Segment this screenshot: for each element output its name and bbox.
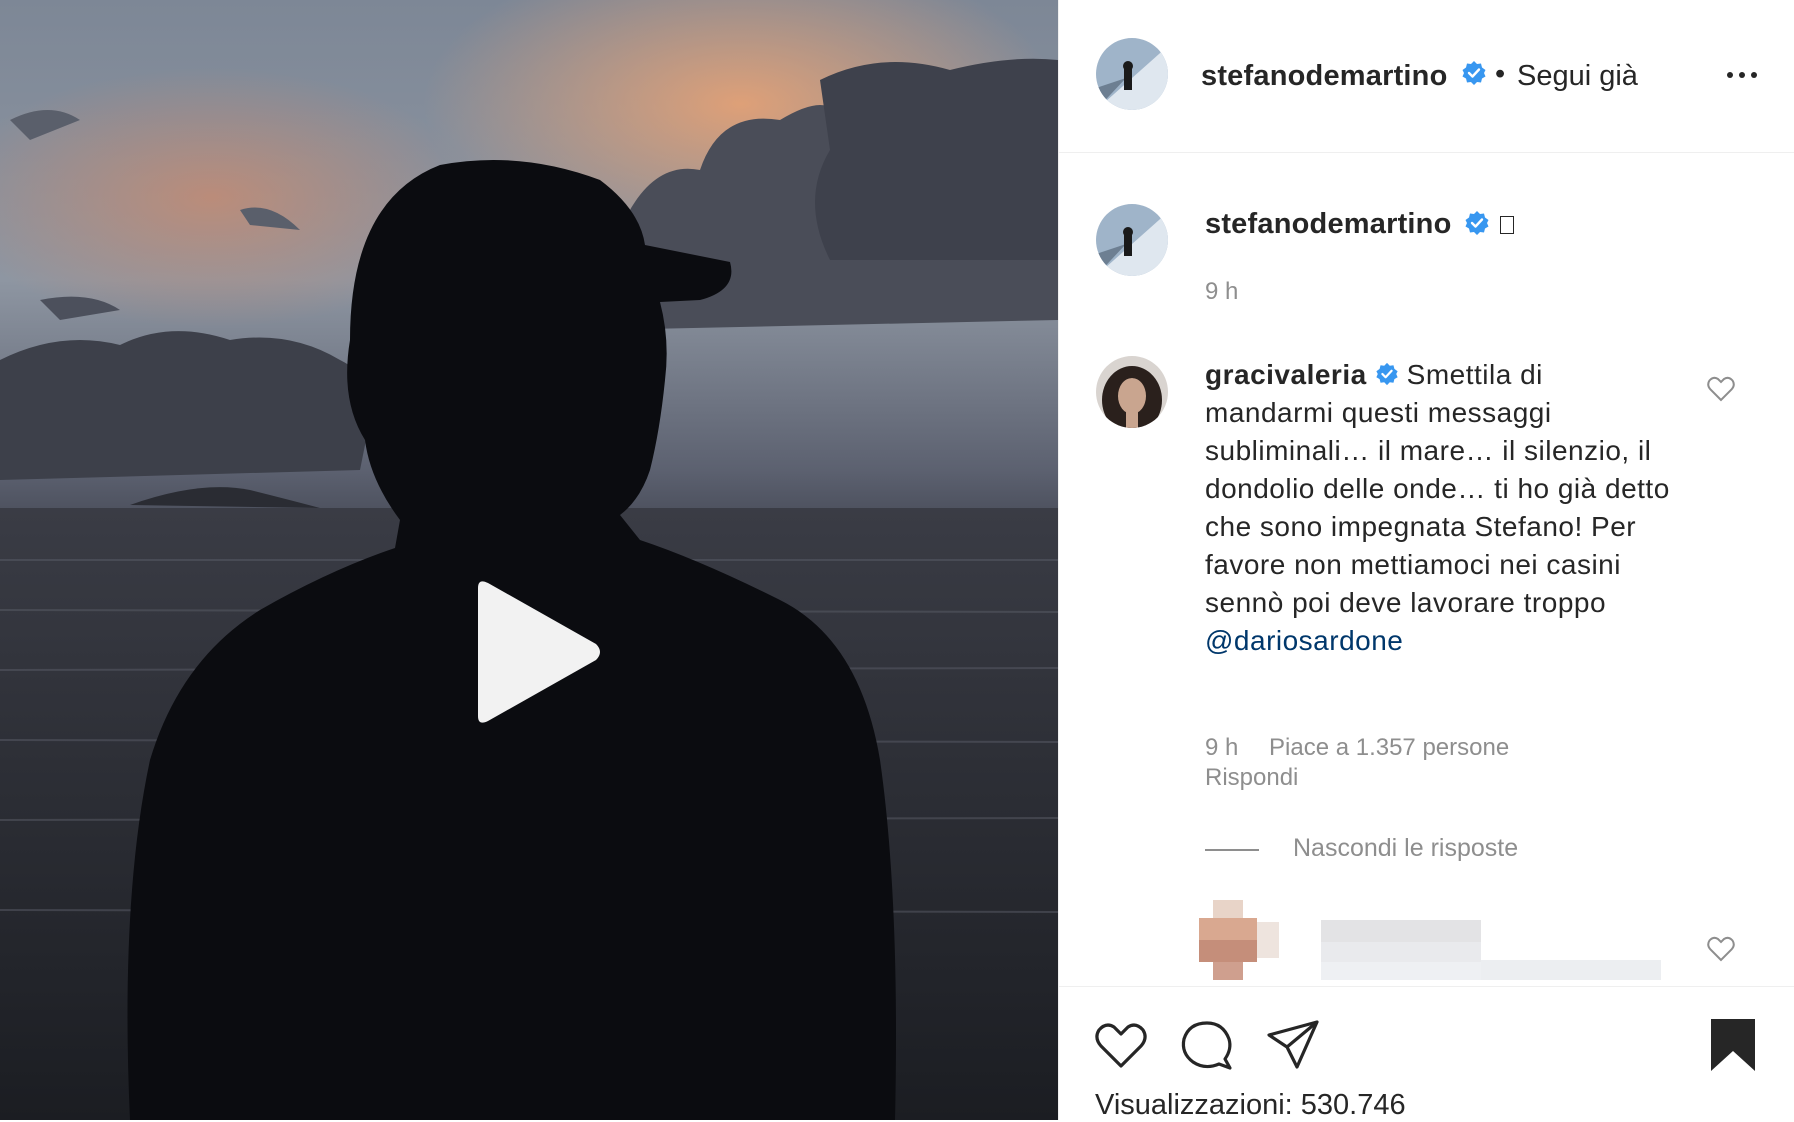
reply-button[interactable]: Rispondi (1205, 764, 1298, 792)
caption-username[interactable]: stefanodemartino (1205, 208, 1452, 241)
action-bar: Visualizzazioni: 530.746 (1059, 986, 1794, 1121)
commenter-avatar[interactable] (1096, 356, 1168, 428)
hide-replies-line (1205, 849, 1259, 851)
more-options-icon[interactable] (1717, 52, 1767, 96)
post-sidebar: stefanodemartino • Segui già stefanodema… (1058, 0, 1794, 1121)
blurred-text-2 (1481, 960, 1661, 980)
author-username[interactable]: stefanodemartino (1201, 60, 1448, 93)
mention-link[interactable]: @dariosardone (1205, 625, 1403, 656)
view-count: Visualizzazioni: 530.746 (1095, 1089, 1406, 1122)
hide-replies-button[interactable]: Nascondi le risposte (1293, 834, 1518, 863)
blurred-avatar (1199, 900, 1279, 980)
heart-icon[interactable] (1093, 1017, 1149, 1073)
caption-emoji-glyph (1500, 216, 1514, 234)
play-icon[interactable] (466, 578, 606, 726)
blurred-text (1321, 920, 1481, 980)
caption-avatar[interactable] (1096, 204, 1168, 276)
post-header: stefanodemartino • Segui già (1059, 0, 1794, 153)
views-label: Visualizzazioni: (1095, 1089, 1293, 1121)
share-icon[interactable] (1265, 1017, 1321, 1073)
views-number: 530.746 (1300, 1089, 1406, 1121)
verified-badge-icon (1462, 61, 1486, 85)
verified-badge-icon (1465, 211, 1489, 235)
like-comment-heart-icon[interactable] (1707, 376, 1735, 402)
bookmark-icon[interactable] (1707, 1015, 1759, 1075)
verified-badge-icon (1376, 362, 1398, 386)
comment-icon[interactable] (1179, 1017, 1235, 1073)
comment-likes[interactable]: Piace a 1.357 persone (1269, 734, 1509, 762)
like-reply-heart-icon[interactable] (1707, 936, 1735, 962)
post-media[interactable] (0, 0, 1058, 1120)
comment-body: gracivaleria Smettila di mandarmi questi … (1205, 356, 1675, 660)
commenter-username[interactable]: gracivaleria (1205, 359, 1367, 390)
video-thumbnail (0, 0, 1058, 1120)
caption-time[interactable]: 9 h (1205, 278, 1238, 306)
separator-dot: • (1495, 58, 1506, 90)
following-button[interactable]: Segui già (1517, 60, 1638, 93)
comment-text: Smettila di mandarmi questi messaggi sub… (1205, 359, 1670, 618)
author-avatar[interactable] (1096, 38, 1168, 110)
comment-time: 9 h (1205, 734, 1239, 761)
